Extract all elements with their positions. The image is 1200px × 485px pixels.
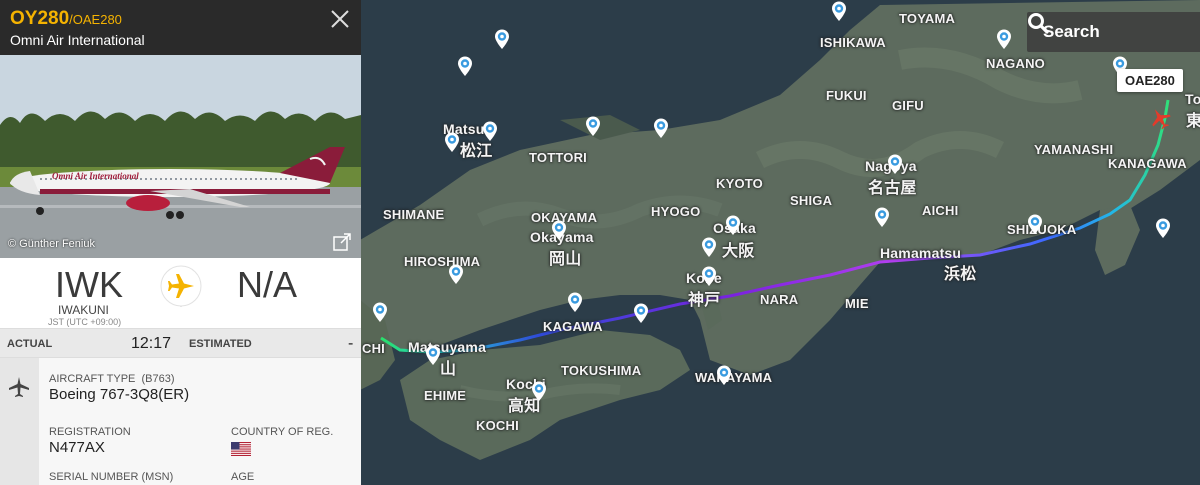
map-label-shiga: SHIGA [790,193,833,208]
map-label-mie: MIE [845,296,869,311]
airport-pin-icon[interactable] [456,55,474,77]
serial-number-label: SERIAL NUMBER (MSN) [49,471,174,483]
age-label: AGE [231,471,255,483]
map-label-ehime: EHIME [424,388,467,403]
map-label-wakayama: WAKAYAMA [695,370,773,385]
map-label-tokyo-jp: 東 [1186,113,1200,130]
airport-pin-icon[interactable] [566,291,584,313]
us-flag-icon [231,442,251,456]
aircraft-type-code: (B763) [141,373,175,385]
map-label-kagawa: KAGAWA [543,319,603,334]
aircraft-details: AIRCRAFT TYPE (B763) Boeing 767-3Q8(ER) … [0,358,361,485]
details-sidebar [0,358,39,485]
airline-name: Omni Air International [10,32,145,48]
origin-airport-name: IWAKUNI [58,303,109,317]
search-button[interactable]: Search [1027,12,1200,52]
airport-pin-icon[interactable] [995,28,1013,50]
airport-pin-icon[interactable] [1026,213,1044,235]
airport-pin-icon[interactable] [700,236,718,258]
airport-pin-icon[interactable] [700,265,718,287]
airport-pin-icon[interactable] [1154,217,1172,239]
photo-credit: © Günther Feniuk [8,238,95,250]
airport-pin-icon[interactable] [886,153,904,175]
flight-number: OY280 [10,8,70,29]
airport-pin-icon[interactable] [652,117,670,139]
airport-pin-icon[interactable] [424,344,442,366]
search-label: Search [1043,22,1100,41]
map-label-tokyo: To [1185,91,1200,107]
map-label-yamanashi: YAMANASHI [1034,142,1114,157]
airport-pin-icon[interactable] [481,120,499,142]
map-label-hiroshima: HIROSHIMA [404,254,481,269]
aircraft-photo[interactable]: Omni Air International © Günther Feniuk [0,55,361,258]
map-label-osaka-jp: 大阪 [722,243,755,260]
origin-airport-code[interactable]: IWK [55,264,123,306]
map-label-gifu: GIFU [892,98,924,113]
map-label-nara: NARA [760,292,799,307]
airport-pin-icon[interactable] [447,263,465,285]
registration-label: REGISTRATION [49,426,131,438]
map-label-matsuyama: Matsuyama [408,339,487,355]
map-label-toyama: TOYAMA [899,11,956,26]
actual-time: 12:17 [131,335,172,352]
airport-pin-icon[interactable] [550,219,568,241]
expand-photo-icon[interactable] [332,232,352,252]
map-callsign-tag[interactable]: OAE280 [1117,69,1183,92]
airport-pin-icon[interactable] [443,131,461,153]
aircraft-type-label: AIRCRAFT TYPE (B763) [49,373,175,385]
aircraft-icon [9,377,29,397]
map-label-nagoya-jp: 名古屋 [868,180,917,197]
map-label-shimane: SHIMANE [383,207,445,222]
airport-pin-icon[interactable] [724,214,742,236]
origin-timezone: JST (UTC +09:00) [48,317,122,327]
airport-pin-icon[interactable] [873,206,891,228]
map-label-kochi-pref: KOCHI [476,418,519,433]
map-label-kyoto: KYOTO [716,176,763,191]
airport-pin-icon[interactable] [371,301,389,323]
aircraft-photo-image [0,55,361,258]
map-label-nagano: NAGANO [986,56,1045,71]
aircraft-livery-text: Omni Air International [52,171,139,181]
map-label-aichi: AICHI [922,203,959,218]
close-icon[interactable] [329,8,351,30]
country-label: COUNTRY OF REG. [231,426,334,438]
actual-label: ACTUAL [7,338,53,350]
estimated-time: - [348,335,354,352]
airport-pin-icon[interactable] [493,28,511,50]
flight-info-panel: OY280/OAE280 Omni Air International Omni… [0,0,361,485]
map-label-kanagawa: KANAGAWA [1108,156,1187,171]
registration-value[interactable]: N477AX [49,439,105,456]
search-icon [1028,13,1049,34]
flight-times: ACTUAL 12:17 ESTIMATED - [0,328,361,358]
airplane-icon [160,265,202,307]
destination-airport-code: N/A [237,264,298,305]
aircraft-type-value: Boeing 767-3Q8(ER) [49,386,190,403]
flight-callsign: /OAE280 [69,12,122,27]
map-label-ishikawa: ISHIKAWA [820,35,886,50]
airport-pin-icon[interactable] [632,302,650,324]
airport-pin-icon[interactable] [830,0,848,22]
estimated-label: ESTIMATED [189,338,252,350]
map-label-fukui: FUKUI [826,88,867,103]
map-label-kobe-jp: 神戸 [688,292,721,309]
map-label-hamamatsu-jp: 浜松 [944,266,977,283]
map-label-tokushima: TOKUSHIMA [561,363,642,378]
airport-pin-icon[interactable] [584,115,602,137]
map-label-matsuyama-jp: 山 [440,361,457,378]
airport-pin-icon[interactable] [530,380,548,402]
map-label-chi: CHI [362,341,385,356]
map-label-okayama-jp: 岡山 [549,251,582,268]
airport-pin-icon[interactable] [715,364,733,386]
map-label-hyogo: HYOGO [651,204,701,219]
panel-header: OY280/OAE280 Omni Air International [0,0,361,55]
map-label-hamamatsu: Hamamatsu [880,245,962,261]
map-label-tottori: TOTTORI [529,150,587,165]
